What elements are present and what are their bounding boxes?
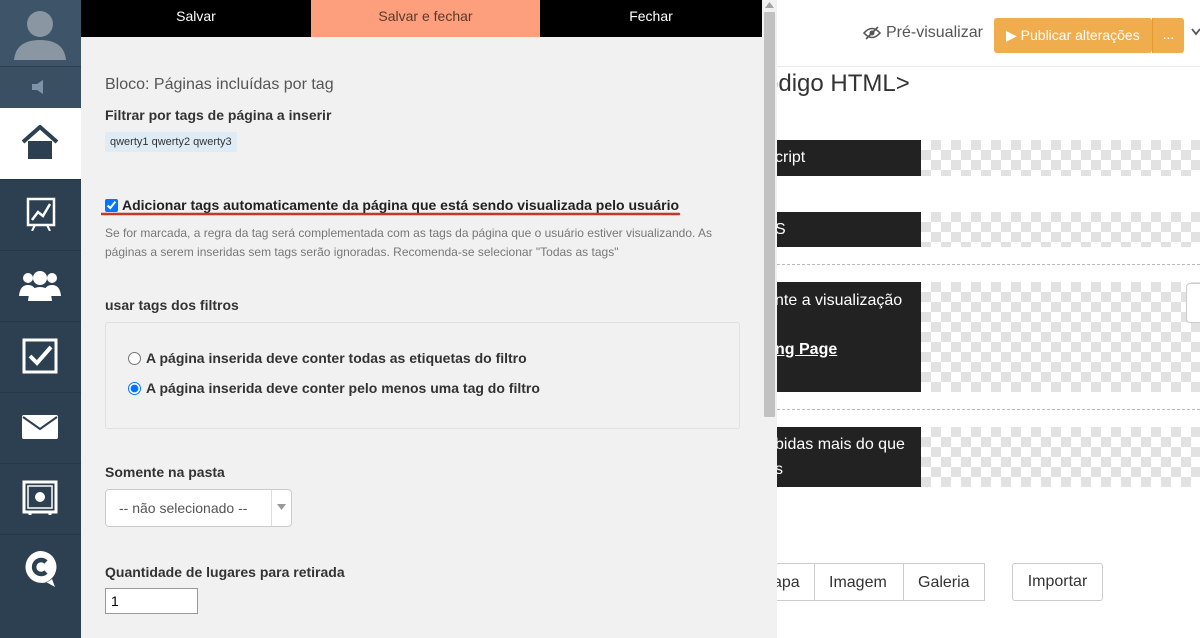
radio-label[interactable]: A página inserida deve conter todas as e… xyxy=(146,350,527,366)
editor-block-bidas[interactable]: bidas mais do que s xyxy=(777,427,921,487)
scroll-up-arrow-icon[interactable] xyxy=(765,2,774,8)
transparent-area xyxy=(921,212,1200,247)
transparent-area xyxy=(921,282,1200,392)
import-button[interactable]: Importar xyxy=(1012,563,1103,601)
save-button[interactable]: Salvar xyxy=(81,0,311,37)
panel-action-bar: Salvar Salvar e fechar Fechar xyxy=(81,0,762,37)
auto-tags-checkbox[interactable] xyxy=(105,198,118,212)
avatar[interactable] xyxy=(0,0,81,66)
tags-input[interactable]: qwerty1 qwerty2 qwerty3 xyxy=(105,132,237,152)
chevron-down-icon[interactable] xyxy=(1191,28,1200,36)
checkbox-icon xyxy=(22,338,58,374)
editor-top-bar: Pré-visualizar ▶ Publicar alterações ... xyxy=(777,0,1200,67)
mail-icon xyxy=(22,415,58,439)
transparent-area xyxy=(921,140,1200,176)
safe-icon xyxy=(22,480,58,515)
preview-link[interactable]: Pré-visualizar xyxy=(863,24,983,42)
publish-more-button[interactable]: ... xyxy=(1152,18,1184,53)
red-annotation-underline xyxy=(101,212,681,216)
auto-tags-help-text: Se for marcada, a regra da tag será comp… xyxy=(105,226,713,259)
user-avatar-icon xyxy=(14,11,66,60)
radio-all-tags[interactable] xyxy=(128,351,141,365)
auto-tags-row: Adicionar tags automaticamente da página… xyxy=(105,197,679,213)
edge-control[interactable] xyxy=(1186,283,1200,323)
filter-tags-label: Filtrar por tags de página a inserir xyxy=(105,107,332,123)
transparent-area xyxy=(921,427,1200,487)
editor-block-s[interactable]: S xyxy=(777,212,921,247)
radio-option-all-tags[interactable]: A página inserida deve conter todas as e… xyxy=(128,350,527,366)
media-tab-group: apa Imagem Galeria xyxy=(773,563,985,601)
block-settings-panel: Salvar Salvar e fechar Fechar Bloco: Pág… xyxy=(81,0,762,638)
editor-block-text: bidas mais do que xyxy=(777,436,905,453)
editor-block-text: S xyxy=(777,221,786,238)
folder-select[interactable]: -- não selecionado -- xyxy=(105,489,292,527)
home-icon xyxy=(21,125,59,159)
dashed-divider xyxy=(777,409,1200,410)
chart-icon xyxy=(26,197,56,231)
folder-label: Somente na pasta xyxy=(105,464,225,480)
editor-block-script[interactable]: cript xyxy=(777,140,921,176)
landing-page-link[interactable]: ng Page xyxy=(777,341,837,359)
users-icon xyxy=(19,271,61,301)
select-separator xyxy=(271,490,272,526)
auto-tags-label[interactable]: Adicionar tags automaticamente da página… xyxy=(122,197,679,213)
background-editor-page: Pré-visualizar ▶ Publicar alterações ...… xyxy=(765,0,1200,638)
sidebar-item-mail[interactable] xyxy=(0,392,81,464)
eye-slash-icon xyxy=(863,26,881,40)
html-code-heading: ódigo HTML> xyxy=(765,70,910,97)
sidebar-item-safe[interactable] xyxy=(0,463,81,535)
editor-block-text: s xyxy=(777,461,783,478)
block-title: Bloco: Páginas incluídas por tag xyxy=(105,76,334,93)
sidebar-item-home[interactable] xyxy=(0,108,81,180)
close-button[interactable]: Fechar xyxy=(540,0,762,37)
tab-mapa[interactable]: apa xyxy=(773,563,815,601)
tab-galeria[interactable]: Galeria xyxy=(903,563,985,601)
sidebar-item-tasks[interactable] xyxy=(0,321,81,393)
preview-label: Pré-visualizar xyxy=(886,24,983,41)
tab-imagem[interactable]: Imagem xyxy=(814,563,904,601)
quantity-label: Quantidade de lugares para retirada xyxy=(105,564,345,580)
quantity-input[interactable] xyxy=(105,588,198,614)
logo-c-icon xyxy=(25,550,57,587)
editor-block-visualization[interactable]: nte a visualização ng Page xyxy=(777,282,921,392)
filter-mode-label: usar tags dos filtros xyxy=(105,297,239,313)
folder-select-value: -- não selecionado -- xyxy=(119,500,248,516)
editor-block-text: nte a visualização xyxy=(777,292,903,309)
speaker-icon xyxy=(32,80,43,94)
dropdown-arrow-icon xyxy=(277,504,286,510)
publish-changes-button[interactable]: ▶ Publicar alterações xyxy=(994,18,1152,53)
scrollbar-thumb[interactable] xyxy=(764,12,775,417)
filter-mode-group: A página inserida deve conter todas as e… xyxy=(105,322,740,429)
editor-block-text: cript xyxy=(777,149,806,166)
sidebar-item-brand[interactable] xyxy=(0,534,81,605)
main-sidebar xyxy=(0,0,81,638)
sidebar-item-users[interactable] xyxy=(0,250,81,322)
dashed-divider xyxy=(777,264,1200,265)
radio-option-any-tag[interactable]: A página inserida deve conter pelo menos… xyxy=(128,380,540,396)
sidebar-item-statistics[interactable] xyxy=(0,179,81,251)
sound-toggle[interactable] xyxy=(0,67,81,108)
radio-label[interactable]: A página inserida deve conter pelo menos… xyxy=(146,380,540,396)
save-and-close-button[interactable]: Salvar e fechar xyxy=(311,0,540,37)
radio-any-tag[interactable] xyxy=(128,381,141,395)
